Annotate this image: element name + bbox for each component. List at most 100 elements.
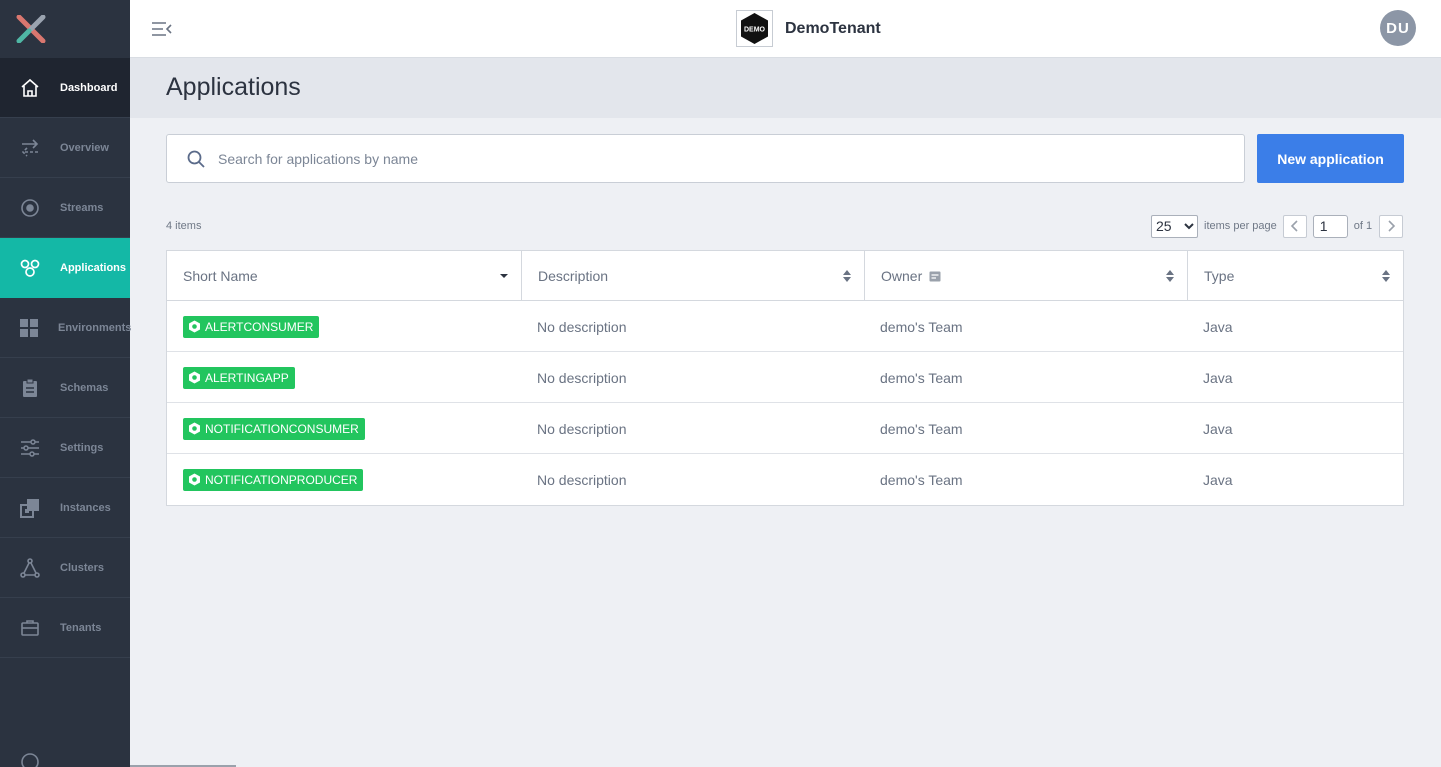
sidebar-item-label: Applications [60,261,127,274]
name-cell: NOTIFICATIONCONSUMER [167,403,365,454]
type-cell: Java [1203,420,1233,437]
column-header-label: Description [538,268,609,284]
sort-desc-icon [499,269,509,286]
search-input[interactable] [218,147,1218,171]
application-badge[interactable]: ALERTCONSUMER [183,315,320,338]
tenant-switcher[interactable]: DEMO DemoTenant [736,10,881,47]
chevron-right-icon [1388,220,1396,232]
tenant-logo-text: DEMO [744,27,766,34]
table-row[interactable]: ALERTINGAPP No description demo's Team J… [167,352,1403,403]
top-bar: DEMO DemoTenant DU [130,0,1441,58]
sidebar-item-label: Tenants [60,621,102,634]
name-cell: NOTIFICATIONPRODUCER [167,454,364,505]
sidebar-item-applications[interactable]: Applications [0,238,130,298]
sidebar-item-streams[interactable]: Streams [0,178,130,238]
target-icon [19,197,41,219]
avatar[interactable]: DU [1380,10,1416,46]
search-icon [187,150,205,173]
owner-cell: demo's Team [880,471,963,488]
page-header: Applications [130,58,1441,118]
sidebar-item-label: Clusters [60,561,105,574]
help-icon[interactable] [20,752,40,767]
sidebar-item-label: Instances [60,501,111,514]
type-cell: Java [1203,369,1233,386]
application-icon [188,320,201,333]
description-cell: No description [537,471,627,488]
card-icon [929,271,941,282]
column-header-owner[interactable]: Owner [864,251,1187,301]
column-header-description[interactable]: Description [521,251,864,301]
sidebar-item-environments[interactable]: Environments [0,298,132,358]
triangle-nodes-icon [19,557,41,579]
pagination: 25 items per page of 1 [1151,214,1404,238]
sidebar-item-dashboard[interactable]: Dashboard [0,58,130,118]
logo-icon [16,15,46,43]
sidebar-item-label: Schemas [60,381,109,394]
tenant-logo: DEMO [736,10,773,47]
sidebar-item-label: Overview [60,141,109,154]
arrows-exchange-icon [19,137,41,159]
page-total-label: of 1 [1353,220,1373,232]
application-name: ALERTCONSUMER [205,319,314,334]
clipboard-icon [19,377,41,399]
owner-cell: demo's Team [880,318,963,335]
name-cell: ALERTINGAPP [167,352,295,403]
items-count: 4 items [166,220,202,232]
sidebar-item-label: Dashboard [60,81,118,94]
description-cell: No description [537,369,627,386]
owner-cell: demo's Team [880,420,963,437]
sidebar-item-label: Environments [58,321,132,334]
app-logo[interactable] [0,0,130,58]
new-application-button[interactable]: New application [1257,134,1404,183]
items-per-page-label: items per page [1204,220,1277,232]
column-header-short-name[interactable]: Short Name [167,251,521,301]
search-box [166,134,1245,183]
sidebar-item-label: Streams [60,201,104,214]
table-header: Short Name Description Owner Type [167,251,1403,301]
briefcase-icon [19,617,41,639]
table-row[interactable]: ALERTCONSUMER No description demo's Team… [167,301,1403,352]
application-icon [188,473,201,486]
type-cell: Java [1203,318,1233,335]
prev-page-button[interactable] [1282,214,1307,238]
name-cell: ALERTCONSUMER [167,301,320,352]
application-badge[interactable]: NOTIFICATIONCONSUMER [183,417,365,440]
application-icon [188,371,201,384]
next-page-button[interactable] [1379,214,1404,238]
applications-table: Short Name Description Owner Type ALERTC… [166,250,1404,506]
application-name: NOTIFICATIONPRODUCER [205,472,358,487]
sidebar-item-instances[interactable]: Instances [0,478,130,538]
tenant-name: DemoTenant [785,19,881,37]
grid-icon [19,317,39,339]
table-row[interactable]: NOTIFICATIONCONSUMER No description demo… [167,403,1403,454]
sidebar-item-clusters[interactable]: Clusters [0,538,130,598]
column-header-label: Short Name [183,268,258,284]
page-number-input[interactable] [1312,214,1348,238]
table-row[interactable]: NOTIFICATIONPRODUCER No description demo… [167,454,1403,505]
sidebar-item-schemas[interactable]: Schemas [0,358,130,418]
sort-icon [1381,269,1391,286]
column-header-type[interactable]: Type [1187,251,1403,301]
applications-icon [19,257,41,279]
menu-collapse-icon[interactable] [151,19,173,39]
owner-cell: demo's Team [880,369,963,386]
sidebar: Dashboard Overview Streams Applications … [0,0,132,767]
page-size-select[interactable]: 25 [1151,214,1198,238]
column-header-label: Type [1204,268,1235,284]
sidebar-item-overview[interactable]: Overview [0,118,130,178]
application-name: NOTIFICATIONCONSUMER [205,421,359,436]
instances-icon [19,497,41,519]
description-cell: No description [537,318,627,335]
sort-icon [842,269,852,286]
application-icon [188,422,201,435]
sidebar-item-settings[interactable]: Settings [0,418,130,478]
column-header-label: Owner [881,268,923,284]
sort-icon [1165,269,1175,286]
sidebar-item-label: Settings [60,441,104,454]
type-cell: Java [1203,471,1233,488]
application-badge[interactable]: NOTIFICATIONPRODUCER [183,468,364,491]
chevron-left-icon [1290,220,1298,232]
sidebar-item-tenants[interactable]: Tenants [0,598,130,658]
page-title: Applications [166,73,301,101]
application-badge[interactable]: ALERTINGAPP [183,366,295,389]
